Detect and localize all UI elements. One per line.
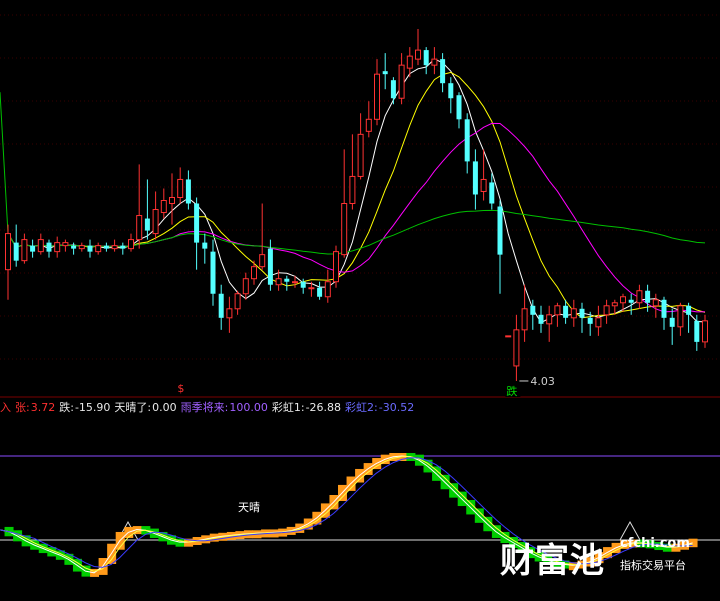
watermark-brand: 财富池 xyxy=(500,541,605,581)
watermark-tagline: 指标交易平台 xyxy=(620,559,686,572)
watermark: 财富池 cfchi.com 指标交易平台 xyxy=(500,533,715,583)
watermark-url: cfchi.com xyxy=(620,536,690,551)
indicator-reference-lines xyxy=(0,455,720,541)
indicator-chart: 天晴 xyxy=(0,453,720,577)
indicator-annotation: 天晴 xyxy=(238,501,260,514)
chart-stage: $ 跌 4.03 入张:3.72 跌:-15.90 天晴了:0.00 雨季将来:100.0… xyxy=(0,0,720,601)
